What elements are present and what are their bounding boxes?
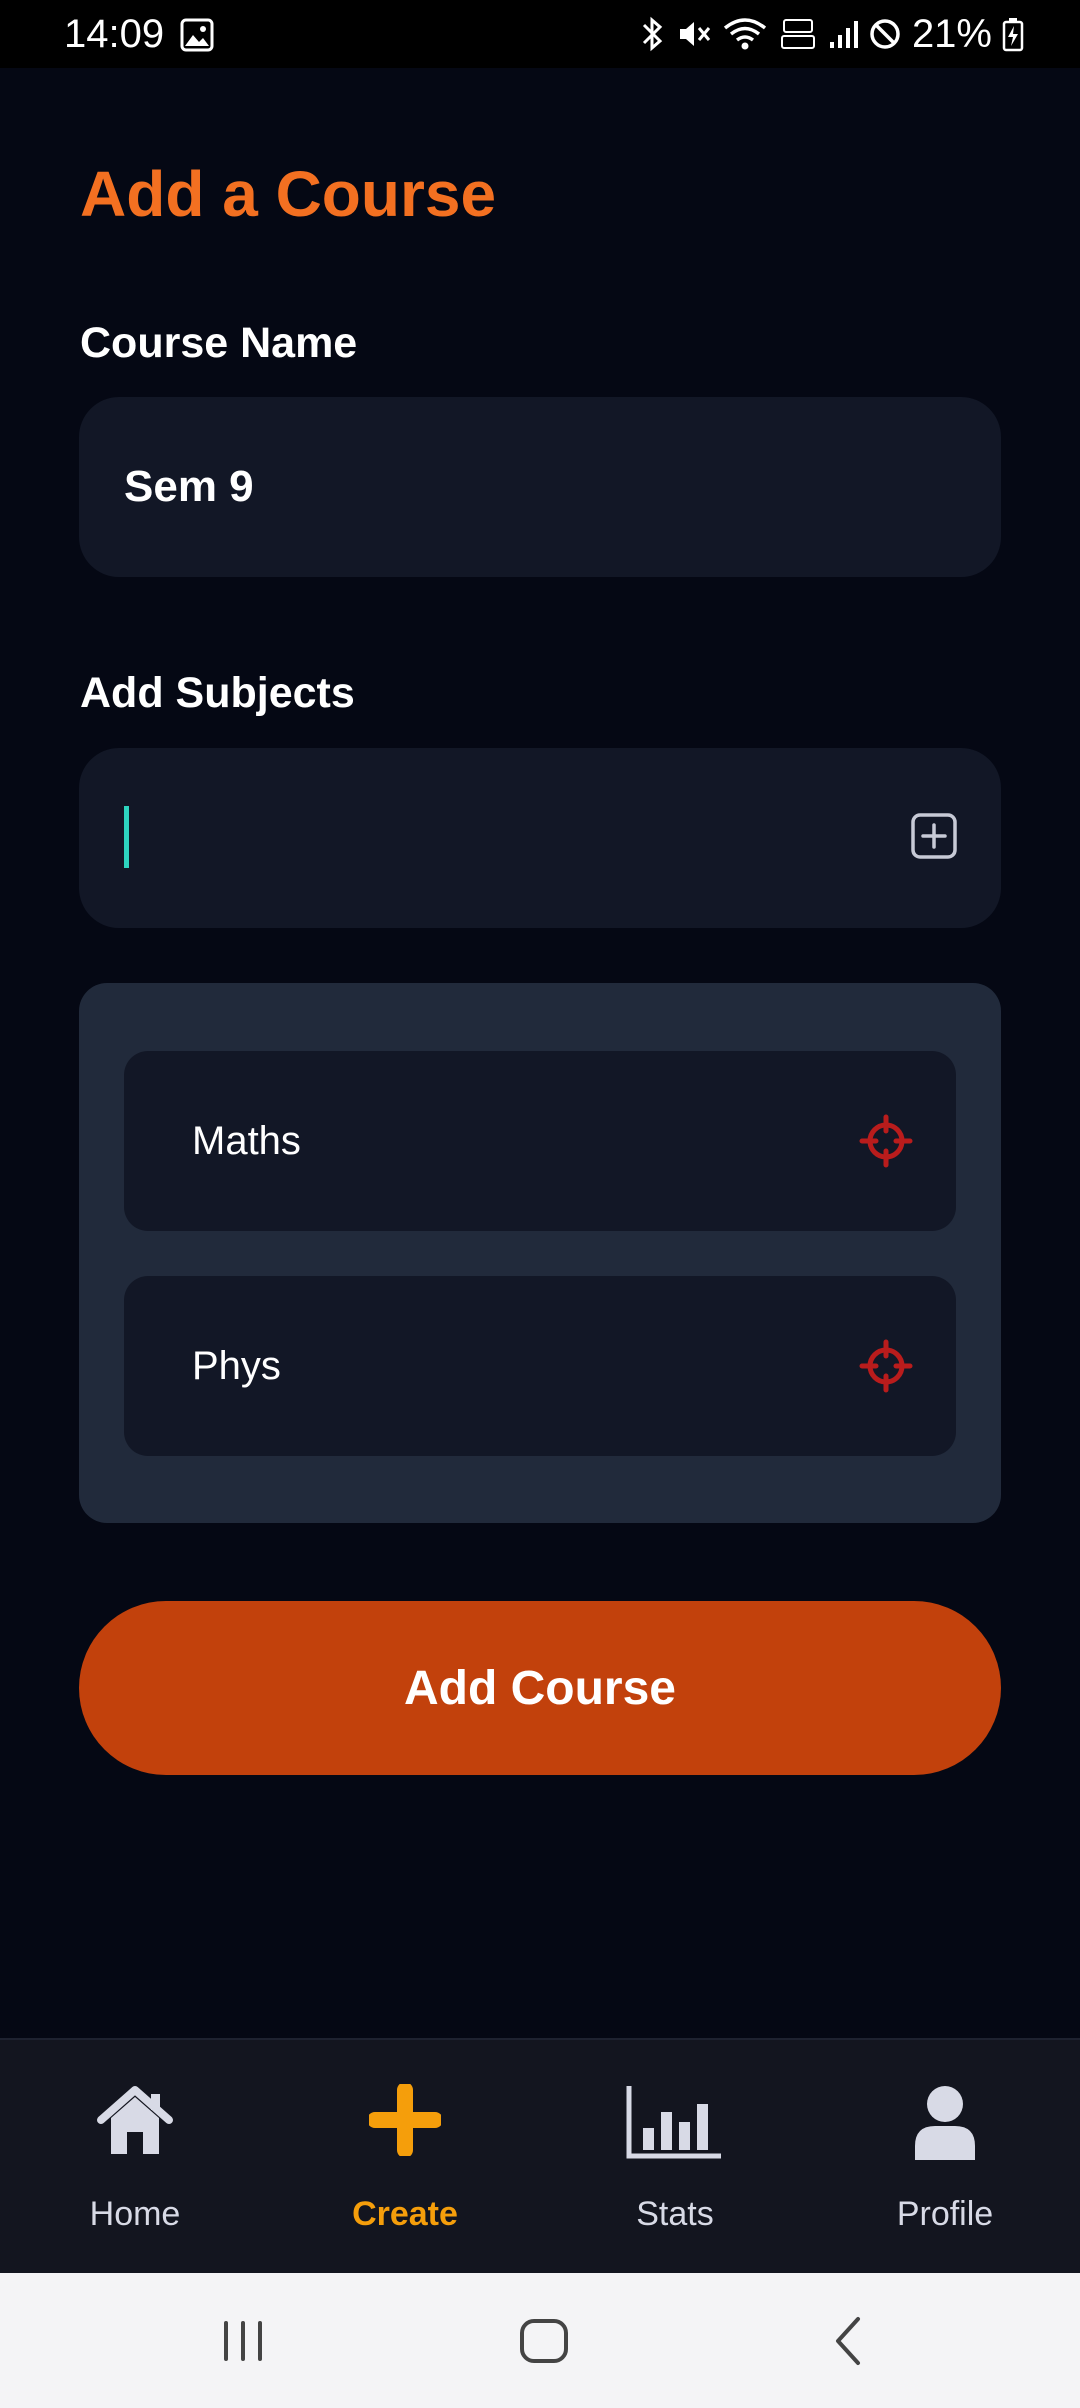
battery-percent: 21%: [911, 12, 992, 56]
plus-square-icon[interactable]: [909, 811, 959, 861]
recents-icon[interactable]: [220, 2313, 266, 2369]
subject-input[interactable]: [79, 748, 1001, 928]
status-bar: 14:09 21%: [0, 0, 1080, 68]
bar-chart-icon: [626, 2086, 721, 2159]
status-icons: 21%: [640, 10, 1024, 58]
remove-target-icon[interactable]: [858, 1338, 914, 1394]
system-navigation-bar: [0, 2273, 1080, 2408]
nav-label: Create: [352, 2195, 458, 2233]
subject-name: Phys: [192, 1344, 281, 1388]
battery-charging-icon: [1002, 18, 1024, 52]
add-course-button[interactable]: Add Course: [79, 1601, 1001, 1775]
bottom-nav: Home Create Stats Profile: [0, 2038, 1080, 2275]
subjects-list: Maths Phys: [79, 983, 1001, 1523]
subject-name: Maths: [192, 1119, 301, 1163]
nav-item-profile[interactable]: Profile: [810, 2040, 1080, 2275]
course-name-value: Sem 9: [124, 462, 254, 511]
subject-item: Maths: [124, 1051, 956, 1231]
nav-item-stats[interactable]: Stats: [540, 2040, 810, 2275]
nav-label: Home: [89, 2195, 181, 2233]
course-name-input[interactable]: Sem 9: [79, 397, 1001, 577]
remove-target-icon[interactable]: [858, 1113, 914, 1169]
nav-item-create[interactable]: Create: [270, 2040, 540, 2275]
volte-icon: [780, 19, 815, 49]
nav-label: Profile: [896, 2195, 994, 2233]
wifi-icon: [723, 18, 767, 50]
user-icon: [915, 2086, 975, 2160]
subject-item: Phys: [124, 1276, 956, 1456]
page-title: Add a Course: [80, 158, 497, 230]
text-cursor: [124, 806, 129, 868]
signal-icon: [829, 21, 858, 48]
nav-label: Stats: [636, 2195, 714, 2233]
home-icon: [97, 2086, 173, 2154]
plus-icon: [369, 2084, 441, 2156]
back-icon[interactable]: [828, 2313, 868, 2369]
add-subjects-label: Add Subjects: [80, 669, 355, 717]
mute-icon: [679, 22, 711, 46]
nav-item-home[interactable]: Home: [0, 2040, 270, 2275]
gallery-icon: [180, 18, 214, 52]
bluetooth-icon: [642, 16, 663, 52]
status-time: 14:09: [64, 12, 165, 56]
course-name-label: Course Name: [80, 319, 358, 367]
home-button-icon[interactable]: [516, 2313, 572, 2369]
dnd-icon: [870, 19, 900, 49]
